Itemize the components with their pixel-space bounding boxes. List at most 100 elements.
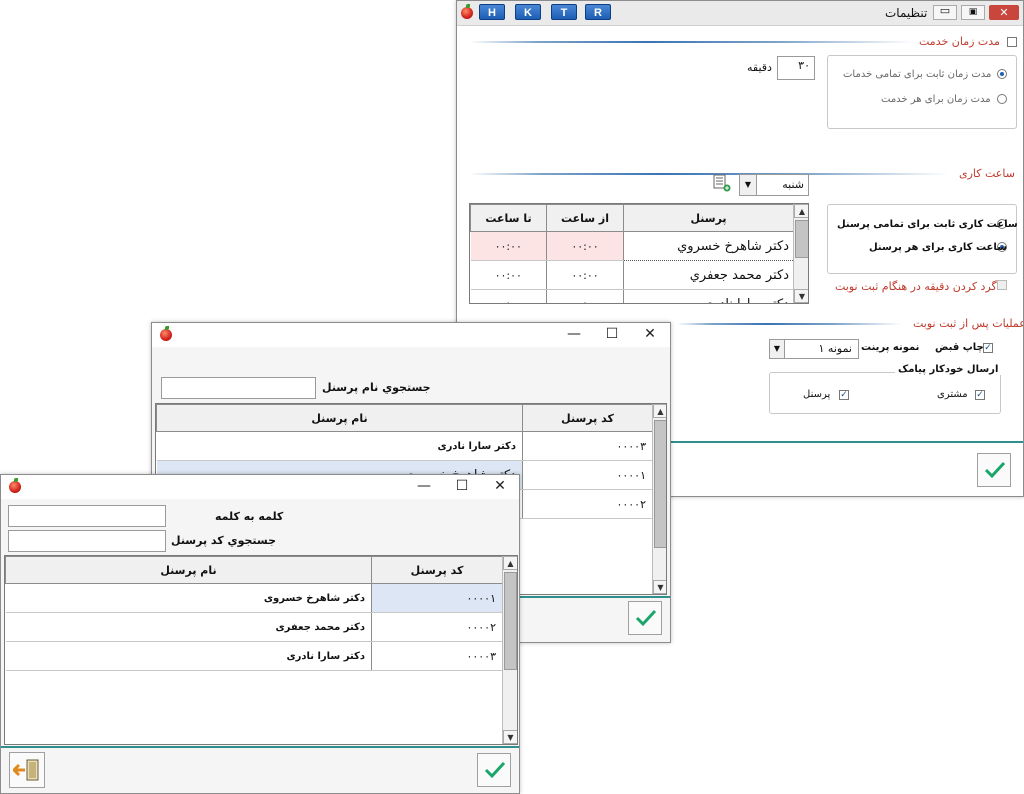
print-sample-select[interactable]: ▼ نمونه ۱ [769,339,859,359]
sms-customer-checkbox[interactable]: ✓ [975,390,985,400]
round-minutes-checkbox[interactable] [997,280,1007,290]
cell-code[interactable]: ۰۰۰۰۱ [371,583,503,613]
cell-from[interactable]: ۰۰:۰۰ [546,260,624,290]
grid-scrollbar[interactable]: ▲ ▼ [652,404,666,594]
cell-name[interactable]: دکتر شاهرخ خسروي [623,231,794,261]
print-receipt-checkbox[interactable]: ✓ [983,343,993,353]
cell-name[interactable]: دکتر محمد جعفری [5,612,372,642]
scroll-thumb[interactable] [504,572,517,670]
table-row[interactable]: ۰۰۰۰۲ دکتر محمد جعفری [5,612,503,642]
minimize-button[interactable]: ▭ [933,5,957,20]
table-row[interactable]: دکتر محمد جعفري ۰۰:۰۰ ۰۰:۰۰ [470,260,794,290]
day-select-arrow[interactable]: ▼ [740,175,757,195]
col-to[interactable]: تا ساعت [470,204,547,232]
cell-code[interactable]: ۰۰۰۰۲ [522,489,653,519]
settings-titlebar: H K T R تنظیمات ▭ ▣ ✕ [457,1,1023,26]
work-hours-table: پرسنل از ساعت تا ساعت دکتر شاهرخ خسروي ۰… [470,204,794,303]
personnel-name-search-input[interactable] [161,377,316,399]
cell-from[interactable]: ۰۰:۰۰ [546,231,624,261]
table-row[interactable]: ۰۰۰۰۳ دکتر سارا نادری [5,641,503,671]
scroll-up-arrow[interactable]: ▲ [653,404,666,418]
settings-confirm-button[interactable] [977,453,1011,487]
cell-code[interactable]: ۰۰۰۰۳ [371,641,503,671]
close-button[interactable]: ✕ [483,475,517,497]
minimize-button[interactable]: — [407,475,441,497]
service-duration-checkbox[interactable] [1007,37,1017,47]
after-booking-title: عملیات پس از ثبت نوبت [913,317,1024,330]
personnel-lookup-confirm-button[interactable] [477,753,511,787]
cell-to[interactable]: ۰۰:۰۰ [470,231,547,261]
cell-code[interactable]: ۰۰۰۰۲ [371,612,503,642]
table-row[interactable]: دکتر سارا نادری ۰۰:۰۰ ۰۰:۰۰ [470,289,794,303]
service-fixed-radio[interactable] [997,69,1007,79]
col-code[interactable]: كد پرسنل [522,404,653,432]
print-sample-value: نمونه ۱ [818,342,852,355]
maximize-button[interactable]: ☐ [595,323,629,345]
day-select[interactable]: ▼ شنبه [739,174,809,196]
round-minutes-label: گرد کردن دقیقه در هنگام ثبت نوبت [835,280,997,293]
cell-from[interactable]: ۰۰:۰۰ [546,289,624,303]
exit-button[interactable] [9,752,45,788]
col-name[interactable]: نام پرسنل [5,556,372,584]
cell-name[interactable]: دکتر سارا نادری [5,641,372,671]
scroll-thumb[interactable] [795,220,808,258]
cell-to[interactable]: ۰۰:۰۰ [470,260,547,290]
scroll-up-arrow[interactable]: ▲ [503,556,517,570]
grid-scrollbar[interactable]: ▲ ▼ [502,556,517,744]
sms-personnel-label: پرسنل [803,389,831,400]
col-name[interactable]: نام پرسنل [156,404,523,432]
hotkey-r-button[interactable]: R [585,4,611,20]
col-personnel[interactable]: پرسنل [623,204,794,232]
scroll-down-arrow[interactable]: ▼ [653,580,666,594]
service-each-radio[interactable] [997,94,1007,104]
personnel-lookup-window: — ☐ ✕ كلمه به كلمه جستجوي كد پرسنل ▲ ▼ ك… [0,474,520,794]
footer-divider [1,746,519,748]
cell-name[interactable]: دکتر سارا نادری [623,289,794,303]
personnel-search-confirm-button[interactable] [628,601,662,635]
grid-scrollbar[interactable]: ▲ ▼ [793,204,808,303]
print-sample-label: نمونه پرینت [861,342,920,353]
app-icon [9,478,21,493]
col-from[interactable]: از ساعت [546,204,624,232]
day-select-value: شنبه [782,178,804,191]
hotkey-h-button[interactable]: H [479,4,505,20]
scroll-up-arrow[interactable]: ▲ [794,204,808,218]
personnel-code-search-input[interactable] [8,530,166,552]
hotkey-t-button[interactable]: T [551,4,577,20]
scroll-thumb[interactable] [654,420,666,548]
service-duration-group [827,55,1017,129]
scroll-down-arrow[interactable]: ▼ [794,289,808,303]
sms-title: ارسال خودکار پیامک [895,364,1002,375]
restore-button[interactable]: ▣ [961,5,985,20]
table-header-row: كد پرسنل نام پرسنل [156,404,653,432]
check-icon [484,761,506,779]
hours-each-label: ساعت کاری برای هر پرسنل [869,242,1007,253]
minutes-input[interactable]: ۳۰ [777,56,815,80]
scroll-down-arrow[interactable]: ▼ [503,730,517,744]
word-by-word-input[interactable] [8,505,166,527]
add-list-icon[interactable] [713,174,731,192]
app-icon [461,4,473,19]
cell-code[interactable]: ۰۰۰۰۱ [522,460,653,490]
print-receipt-label: چاپ قبض [935,342,984,353]
minimize-button[interactable]: — [557,323,591,345]
hotkey-k-button[interactable]: K [515,4,541,20]
cell-name[interactable]: دکتر سارا نادری [156,431,523,461]
sms-personnel-checkbox[interactable]: ✓ [839,390,849,400]
close-button[interactable]: ✕ [633,323,667,345]
col-code[interactable]: كد پرسنل [371,556,503,584]
cell-to[interactable]: ۰۰:۰۰ [470,289,547,303]
cell-name[interactable]: دکتر محمد جعفري [623,260,794,290]
personnel-name-search-label: جستجوي نام پرسنل [322,381,431,394]
service-duration-title: مدت زمان خدمت [919,35,1000,48]
cell-name[interactable]: دکتر شاهرخ خسروی [5,583,372,613]
service-each-label: مدت زمان برای هر خدمت [881,94,991,105]
cell-code[interactable]: ۰۰۰۰۳ [522,431,653,461]
table-row[interactable]: دکتر شاهرخ خسروي ۰۰:۰۰ ۰۰:۰۰ [470,231,794,261]
table-row[interactable]: ۰۰۰۰۳ دکتر سارا نادری [156,431,653,461]
print-sample-arrow[interactable]: ▼ [770,340,785,358]
maximize-button[interactable]: ☐ [445,475,479,497]
table-row[interactable]: ۰۰۰۰۱ دکتر شاهرخ خسروی [5,583,503,613]
close-button[interactable]: ✕ [989,5,1019,20]
table-header-row: پرسنل از ساعت تا ساعت [470,204,794,232]
